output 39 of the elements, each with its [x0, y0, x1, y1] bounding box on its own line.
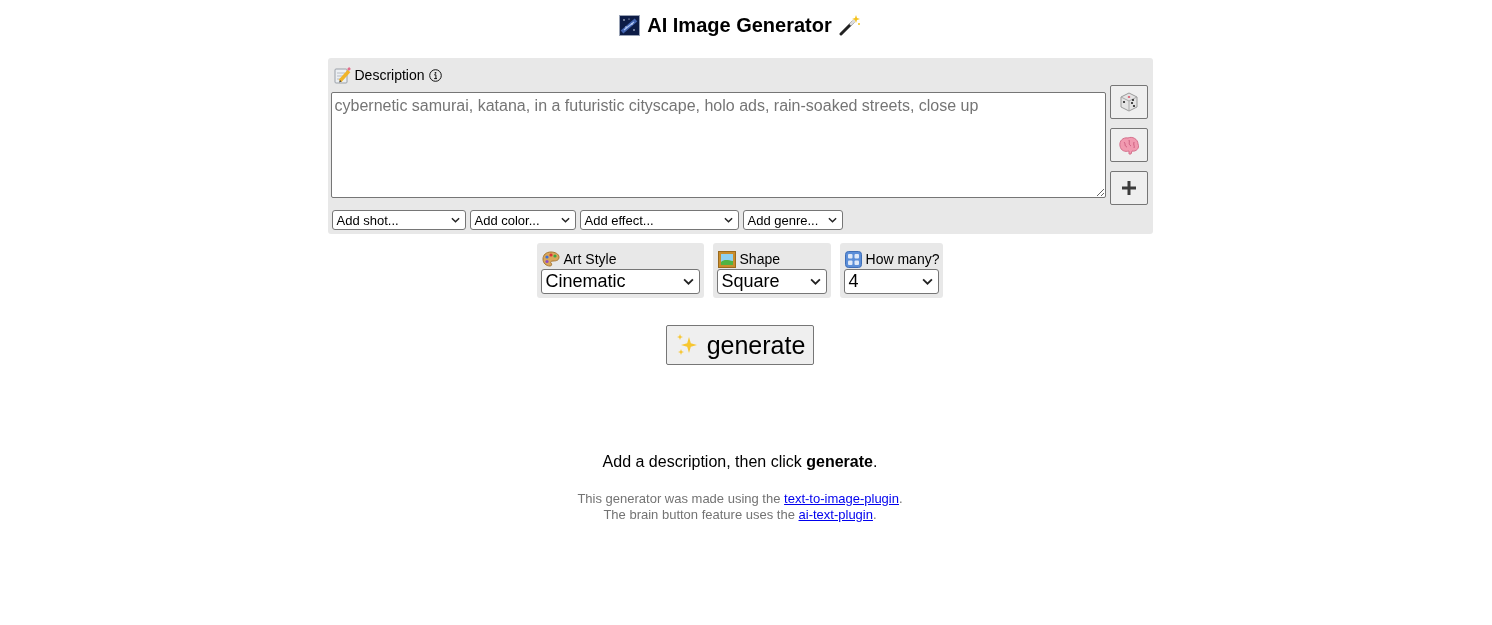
chevron-down-icon — [921, 278, 933, 285]
modifier-dropdown[interactable]: Add genre... — [742, 210, 843, 230]
option-label: Shape — [739, 251, 780, 267]
brain-icon — [1117, 135, 1140, 155]
option-dropdown[interactable]: 4 — [843, 269, 939, 294]
info-icon — [428, 68, 442, 82]
credit-text: The brain button feature uses the ai-text-plugin. — [603, 507, 877, 523]
dice-button[interactable] — [1109, 85, 1148, 119]
chevron-down-icon — [450, 217, 460, 223]
option-label: How many? — [865, 251, 940, 267]
generate-button[interactable]: generate — [665, 325, 815, 365]
option-label: Art Style — [563, 251, 617, 267]
framed-picture-icon — [717, 250, 736, 268]
credit-text: This generator was made using the text-to-image-plugin. — [577, 491, 903, 507]
add-button[interactable] — [1109, 171, 1148, 205]
chevron-down-icon — [682, 278, 694, 285]
chevron-down-icon — [560, 217, 570, 223]
chevron-down-icon — [827, 217, 837, 223]
chevron-down-icon — [723, 217, 733, 223]
description-label: Description — [354, 67, 425, 83]
plugin-link[interactable]: text-to-image-plugin — [784, 491, 899, 506]
palette-icon — [541, 251, 560, 267]
instruction-text: Add a description, then click generate. — [602, 452, 878, 472]
plugin-link[interactable]: ai-text-plugin — [798, 507, 873, 522]
option-dropdown[interactable]: Cinematic — [540, 269, 700, 294]
description-field[interactable]: cybernetic samurai, katana, in a futuristic cityscape, holo ads, rain-soaked streets, close up — [330, 92, 1106, 198]
dice-icon — [1117, 91, 1140, 113]
plus-icon — [1120, 180, 1137, 196]
magic-wand-icon — [838, 14, 861, 36]
modifier-dropdown[interactable]: Add shot... — [331, 210, 466, 230]
modifier-dropdown[interactable]: Add effect... — [579, 210, 739, 230]
memo-pencil-icon — [333, 66, 351, 84]
brain-button[interactable] — [1109, 128, 1148, 162]
modifier-dropdown[interactable]: Add color... — [469, 210, 576, 230]
chevron-down-icon — [809, 278, 821, 285]
option-dropdown[interactable]: Square — [716, 269, 827, 294]
galaxy-picture-icon — [619, 14, 641, 36]
app-title: AI Image Generator — [647, 13, 832, 37]
keypad-icon — [844, 250, 862, 268]
